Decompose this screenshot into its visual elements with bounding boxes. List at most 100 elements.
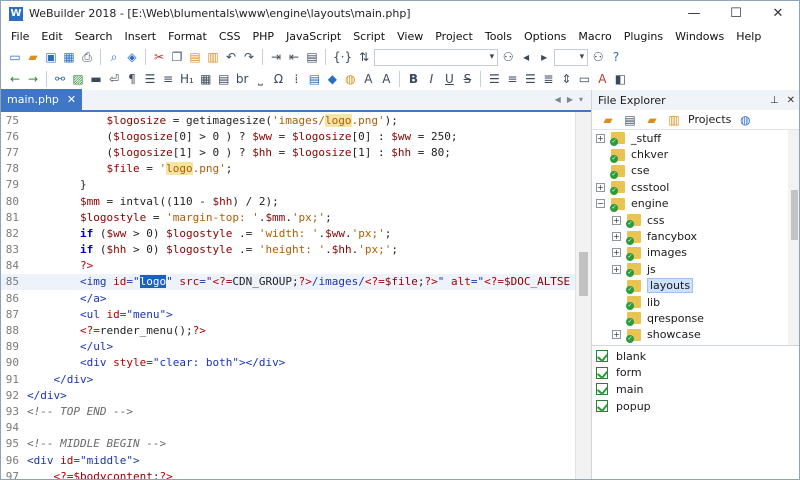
- line-spacing-icon[interactable]: ⇕: [558, 70, 574, 88]
- back-arrow-icon[interactable]: ←: [7, 70, 23, 88]
- underline-button[interactable]: U: [441, 70, 457, 88]
- tab-main-php[interactable]: main.php ✕: [1, 89, 83, 110]
- code-line[interactable]: 96 <div id="middle">: [1, 452, 575, 468]
- menu-project[interactable]: Project: [429, 30, 479, 43]
- heading-icon[interactable]: H₁: [178, 70, 196, 88]
- code-line[interactable]: 94: [1, 420, 575, 436]
- unordered-list-icon[interactable]: ☰: [142, 70, 158, 88]
- snippet-icon[interactable]: {·}: [331, 48, 354, 66]
- style-icon[interactable]: ▤: [306, 70, 322, 88]
- tree-folder-images[interactable]: + ✓ images: [592, 245, 799, 261]
- font-size-decrease-icon[interactable]: A: [378, 70, 394, 88]
- align-center-icon[interactable]: ≡: [504, 70, 520, 88]
- tree-folder-showcase[interactable]: + ✓ showcase: [592, 327, 799, 343]
- italic-button[interactable]: I: [423, 70, 439, 88]
- binoculars-icon[interactable]: ⚇: [500, 48, 516, 66]
- tag-icon[interactable]: ◆: [324, 70, 340, 88]
- tree-folder-layouts[interactable]: ✓ layouts: [592, 278, 799, 294]
- save-icon[interactable]: ▣: [43, 48, 59, 66]
- outdent-icon[interactable]: ⇤: [286, 48, 302, 66]
- omega-icon[interactable]: Ω: [270, 70, 286, 88]
- menu-search[interactable]: Search: [69, 30, 119, 43]
- open-folder-icon[interactable]: ▰: [25, 48, 41, 66]
- file-list[interactable]: blank form main popup: [592, 346, 799, 414]
- menu-tools[interactable]: Tools: [479, 30, 518, 43]
- menu-script[interactable]: Script: [347, 30, 391, 43]
- indent-icon[interactable]: ⇥: [268, 48, 284, 66]
- menu-windows[interactable]: Windows: [669, 30, 730, 43]
- code-line[interactable]: 90 <div style="clear: both"></div>: [1, 355, 575, 371]
- copy-icon[interactable]: ❐: [169, 48, 185, 66]
- tree-folder-stuff[interactable]: + ✓ _stuff: [592, 130, 799, 147]
- maximize-button[interactable]: ☐: [715, 1, 757, 26]
- code-line[interactable]: 86 </a>: [1, 290, 575, 306]
- paste-icon[interactable]: ▤: [187, 48, 203, 66]
- file-item-main[interactable]: main: [592, 381, 799, 398]
- code-editor[interactable]: 75 $logosize = getimagesize('images/logo…: [1, 112, 575, 479]
- comment-icon[interactable]: ⁞: [288, 70, 304, 88]
- code-line[interactable]: 76 ($logosize[0] > 0 ) ? $ww = $logosize…: [1, 128, 575, 144]
- close-icon[interactable]: ✕: [67, 93, 76, 106]
- function-list-combo[interactable]: ▾: [554, 48, 589, 66]
- code-line[interactable]: 87 <ul id="menu">: [1, 306, 575, 322]
- tree-folder-csstool[interactable]: + ✓ csstool: [592, 179, 799, 196]
- undo-icon[interactable]: ↶: [223, 48, 239, 66]
- editor-scrollbar-thumb[interactable]: [579, 252, 588, 296]
- strikethrough-button[interactable]: S: [459, 70, 475, 88]
- expand-icon[interactable]: +: [612, 232, 621, 242]
- close-button[interactable]: ✕: [757, 1, 799, 26]
- expand-icon[interactable]: +: [612, 248, 621, 258]
- css-icon[interactable]: ◈: [124, 48, 140, 66]
- expand-icon[interactable]: +: [612, 215, 621, 225]
- code-line[interactable]: 82 if ($ww > 0) $logostyle .= 'width: '.…: [1, 225, 575, 241]
- code-line[interactable]: 91 </div>: [1, 371, 575, 387]
- tree-folder-chkver[interactable]: ✓ chkver: [592, 146, 799, 163]
- code-line[interactable]: 89 </ul>: [1, 339, 575, 355]
- scroll-right-icon[interactable]: ▶: [567, 95, 573, 104]
- expand-icon[interactable]: +: [612, 264, 621, 274]
- pin-icon[interactable]: ⊥: [770, 95, 779, 106]
- code-line[interactable]: 97 <?=$bodycontent;?>: [1, 468, 575, 479]
- code-line[interactable]: 95 <!-- MIDDLE BEGIN -->: [1, 436, 575, 452]
- tree-folder-fancybox[interactable]: + ✓ fancybox: [592, 228, 799, 245]
- save-all-icon[interactable]: ▦: [61, 48, 77, 66]
- fill-color-icon[interactable]: ◧: [612, 70, 628, 88]
- font-size-increase-icon[interactable]: A: [360, 70, 376, 88]
- collapse-icon[interactable]: −: [596, 199, 605, 209]
- file-item-blank[interactable]: blank: [592, 348, 799, 365]
- file-item-form[interactable]: form: [592, 365, 799, 382]
- menu-options[interactable]: Options: [518, 30, 572, 43]
- expand-icon[interactable]: +: [596, 133, 605, 143]
- expand-icon[interactable]: +: [612, 330, 621, 340]
- tree-folder-css[interactable]: + ✓ css: [592, 212, 799, 229]
- ftp-icon[interactable]: ⇅: [356, 48, 372, 66]
- expand-icon[interactable]: +: [596, 182, 605, 192]
- code-line[interactable]: 92 </div>: [1, 387, 575, 403]
- redo-icon[interactable]: ↷: [241, 48, 257, 66]
- menu-file[interactable]: File: [5, 30, 35, 43]
- nav-right-icon[interactable]: ▸: [536, 48, 552, 66]
- tab-list-icon[interactable]: ▾: [579, 95, 583, 104]
- code-line[interactable]: 84 ?>: [1, 258, 575, 274]
- menu-javascript[interactable]: JavaScript: [280, 30, 347, 43]
- folder-icon[interactable]: ▰: [600, 111, 616, 129]
- code-line[interactable]: 79 }: [1, 177, 575, 193]
- code-line[interactable]: 78 $file = 'logo.png';: [1, 161, 575, 177]
- form-icon[interactable]: ▤: [216, 70, 232, 88]
- code-line[interactable]: 75 $logosize = getimagesize('images/logo…: [1, 112, 575, 128]
- code-line[interactable]: 77 ($logosize[1] > 0 ) ? $hh = $logosize…: [1, 144, 575, 160]
- horizontal-rule-icon[interactable]: ▬: [88, 70, 104, 88]
- color-icon[interactable]: ◍: [342, 70, 358, 88]
- code-line[interactable]: 93 <!-- TOP END -->: [1, 403, 575, 419]
- table-icon[interactable]: ▦: [198, 70, 214, 88]
- folder-dropdown-icon[interactable]: ▰: [644, 111, 660, 129]
- close-icon[interactable]: ✕: [787, 95, 795, 106]
- code-line[interactable]: 85 <img id="logo" src="<?=CDN_GROUP;?>/i…: [1, 273, 575, 291]
- scroll-left-icon[interactable]: ◀: [555, 95, 561, 104]
- menu-plugins[interactable]: Plugins: [618, 30, 669, 43]
- image-icon[interactable]: ▨: [70, 70, 86, 88]
- line-break-icon[interactable]: ⏎: [106, 70, 122, 88]
- nbsp-icon[interactable]: ⎵: [252, 70, 268, 88]
- bold-button[interactable]: B: [405, 70, 421, 88]
- menu-insert[interactable]: Insert: [119, 30, 163, 43]
